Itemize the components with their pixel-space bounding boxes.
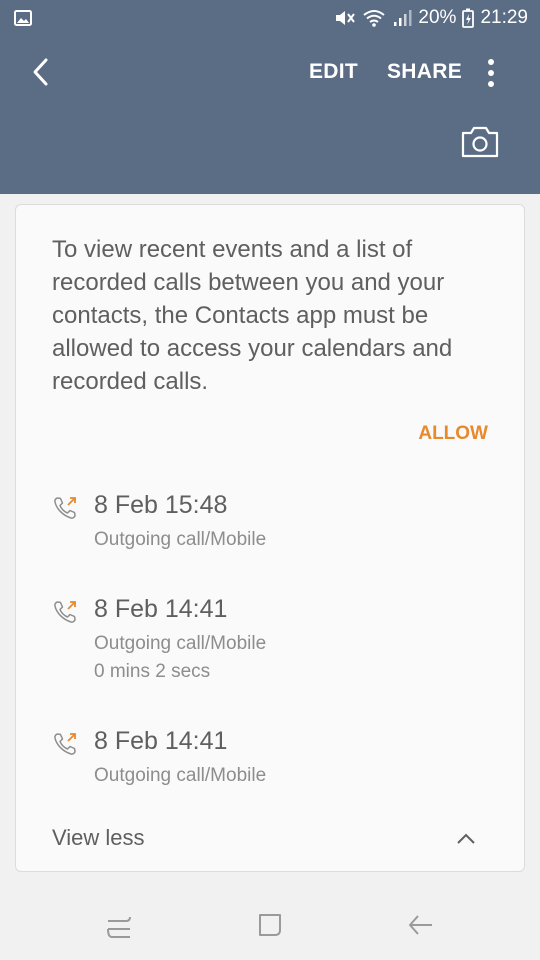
wifi-icon	[363, 10, 386, 27]
home-icon[interactable]	[255, 910, 285, 940]
recent-events-card: To view recent events and a list of reco…	[15, 204, 525, 872]
signal-icon	[394, 10, 412, 26]
view-less-label: View less	[52, 825, 145, 850]
outgoing-call-icon	[54, 601, 76, 623]
call-log-item[interactable]: 8 Feb 15:48 Outgoing call/Mobile	[52, 491, 492, 551]
recent-apps-icon[interactable]	[104, 910, 134, 940]
clock: 21:29	[480, 7, 528, 28]
call-type: Outgoing call/Mobile	[94, 633, 267, 654]
app-bar: 20% 21:29 EDIT SHARE	[0, 0, 540, 194]
chevron-up-icon	[457, 833, 475, 844]
call-type: Outgoing call/Mobile	[94, 529, 267, 550]
call-date: 8 Feb 14:41	[94, 595, 228, 623]
battery-percent: 20%	[418, 7, 457, 28]
call-type: Outgoing call/Mobile	[94, 765, 267, 786]
view-less-button[interactable]: View less	[16, 817, 524, 861]
call-date: 8 Feb 15:48	[94, 491, 228, 519]
outgoing-call-icon	[54, 497, 76, 519]
call-log-item[interactable]: 8 Feb 14:41 Outgoing call/Mobile 0 mins …	[52, 595, 492, 683]
status-bar: 20% 21:29	[0, 0, 540, 36]
image-notification-icon	[14, 10, 32, 26]
mute-icon	[336, 11, 356, 25]
camera-icon[interactable]	[460, 125, 500, 159]
allow-button[interactable]: ALLOW	[418, 423, 488, 445]
permission-message: To view recent events and a list of reco…	[52, 236, 453, 395]
call-log-item[interactable]: 8 Feb 14:41 Outgoing call/Mobile	[52, 727, 492, 787]
battery-icon	[462, 8, 475, 28]
back-arrow-icon[interactable]	[24, 54, 60, 90]
outgoing-call-icon	[54, 733, 76, 755]
call-date: 8 Feb 14:41	[94, 727, 228, 755]
navigation-bar	[0, 890, 540, 960]
more-options-icon[interactable]	[478, 56, 504, 90]
toolbar: EDIT SHARE	[0, 44, 540, 104]
share-button[interactable]: SHARE	[387, 60, 462, 84]
call-duration: 0 mins 2 secs	[94, 661, 211, 682]
edit-button[interactable]: EDIT	[309, 60, 358, 84]
back-icon[interactable]	[406, 910, 436, 940]
